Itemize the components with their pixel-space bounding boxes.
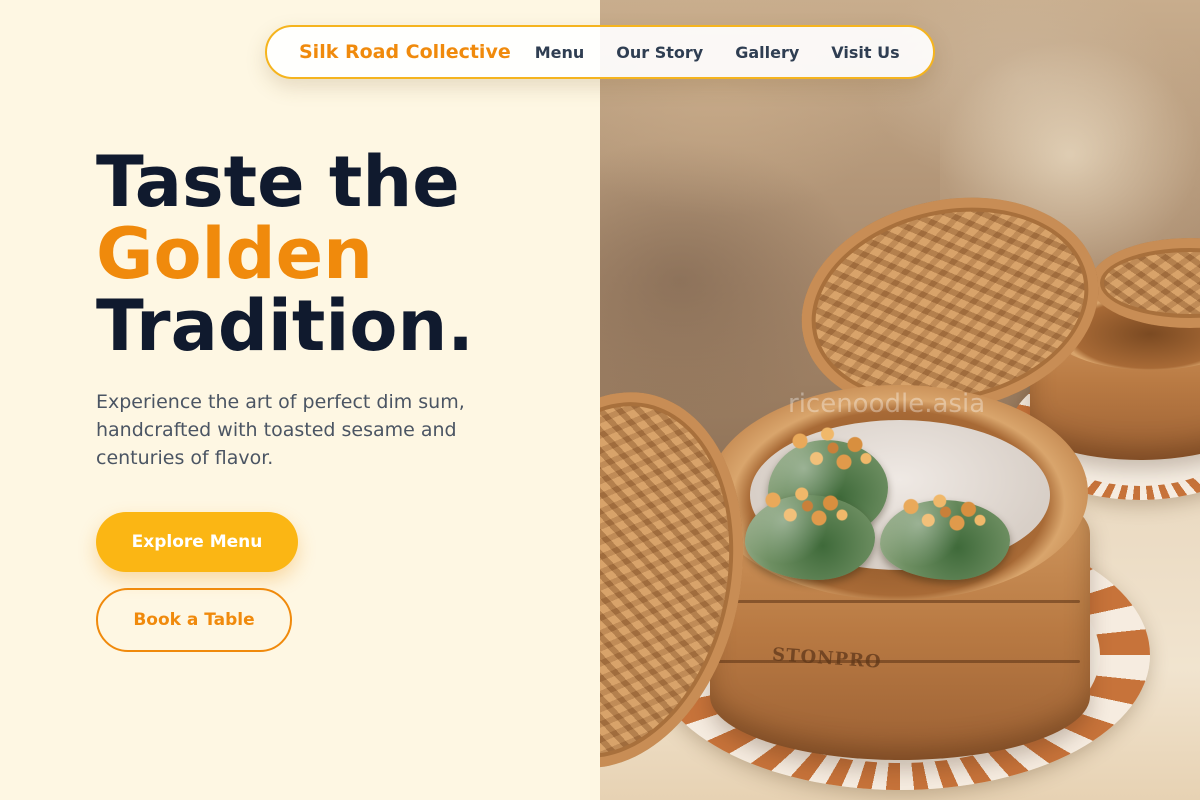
- sesame-topping: [750, 482, 865, 542]
- explore-menu-button[interactable]: Explore Menu: [96, 512, 298, 572]
- nav-link-our-story[interactable]: Our Story: [616, 43, 703, 62]
- main-navigation: Silk Road Collective Menu Our Story Gall…: [265, 25, 935, 79]
- brand-logo[interactable]: Silk Road Collective: [299, 41, 511, 63]
- hero-title-line-1: Taste the: [96, 141, 460, 223]
- hero-subtitle: Experience the art of perfect dim sum, h…: [96, 391, 465, 469]
- sesame-topping: [888, 490, 1003, 545]
- nav-links: Menu Our Story Gallery Visit Us: [535, 43, 900, 62]
- watermark: ricenoodle.asia: [788, 389, 986, 419]
- hero-title-line-3: Tradition.: [96, 285, 474, 367]
- basket-band-1: [720, 600, 1080, 603]
- nav-link-gallery[interactable]: Gallery: [735, 43, 799, 62]
- hero-title-line-2: Golden: [96, 213, 373, 295]
- book-a-table-button[interactable]: Book a Table: [96, 588, 292, 652]
- sesame-topping: [778, 420, 888, 490]
- nav-link-visit-us[interactable]: Visit Us: [831, 43, 899, 62]
- hero-photo-dim-sum: STONPRO ricenoodle.asia: [600, 0, 1200, 800]
- hero-title: Taste the Golden Tradition.: [96, 146, 474, 362]
- nav-link-menu[interactable]: Menu: [535, 43, 585, 62]
